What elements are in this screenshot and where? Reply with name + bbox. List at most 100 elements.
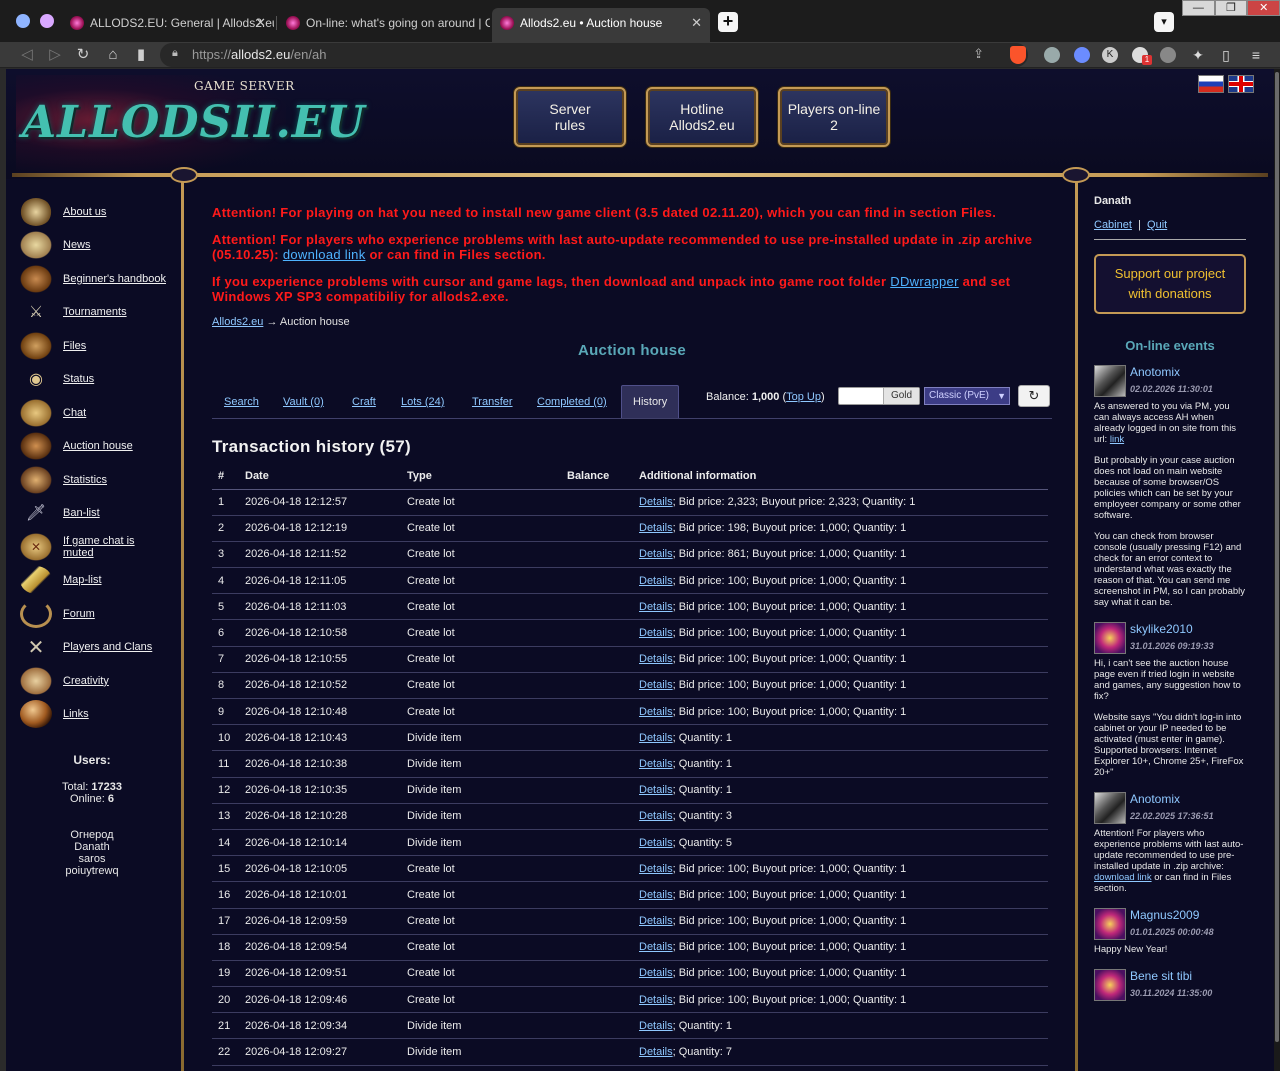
nav-item-ban-list[interactable]: 🗡︎ Ban-list: [20, 497, 180, 531]
extension-k-icon[interactable]: K: [1102, 47, 1118, 63]
extension-badge-icon[interactable]: 1: [1132, 47, 1152, 65]
tab-craft[interactable]: Craft: [352, 396, 376, 418]
event-link[interactable]: link: [1110, 434, 1124, 445]
nav-link[interactable]: Creativity: [63, 675, 109, 687]
nav-item-files[interactable]: Files: [20, 329, 180, 363]
nav-link[interactable]: Auction house: [63, 440, 133, 452]
nav-link[interactable]: Forum: [63, 608, 95, 620]
details-link[interactable]: Details: [639, 863, 673, 875]
tab-search-chevron-icon[interactable]: ▾: [1154, 12, 1174, 32]
nav-item-statistics[interactable]: Statistics: [20, 463, 180, 497]
reload-icon[interactable]: ↻: [72, 44, 94, 66]
details-link[interactable]: Details: [639, 889, 673, 901]
nav-link[interactable]: News: [63, 239, 91, 251]
players-online-button[interactable]: Players on-line 2: [778, 87, 890, 147]
forward-icon[interactable]: ▷: [44, 44, 66, 66]
details-link[interactable]: Details: [639, 810, 673, 822]
nav-item-creativity[interactable]: Creativity: [20, 664, 180, 698]
details-link[interactable]: Details: [639, 732, 673, 744]
top-up-link[interactable]: Top Up: [786, 391, 821, 403]
download-link[interactable]: download link: [283, 247, 366, 262]
details-link[interactable]: Details: [639, 967, 673, 979]
quit-link[interactable]: Quit: [1147, 219, 1167, 231]
nav-link[interactable]: About us: [63, 206, 106, 218]
restore-icon[interactable]: ❐: [1214, 0, 1248, 16]
nav-link[interactable]: Tournaments: [63, 306, 127, 318]
nav-link[interactable]: Chat: [63, 407, 86, 419]
server-mode-select[interactable]: Classic (PvE) ▼: [924, 387, 1010, 405]
site-logo[interactable]: ALLODSII.EU: [22, 97, 366, 148]
event-author[interactable]: Anotomix: [1130, 365, 1213, 379]
nav-item-auction-house[interactable]: Auction house: [20, 430, 180, 464]
ddwrapper-link[interactable]: DDwrapper: [890, 274, 958, 289]
brave-shield-icon[interactable]: [1010, 46, 1026, 64]
nav-item-beginners-handbook[interactable]: Beginner's handbook: [20, 262, 180, 296]
share-icon[interactable]: ⇪: [973, 46, 984, 62]
browser-tab[interactable]: On-line: what's going on around | Стр: [278, 8, 490, 38]
nav-link[interactable]: Status: [63, 373, 94, 385]
nav-item-game-chat-muted[interactable]: ✕ If game chat is muted: [20, 530, 180, 564]
tab-lots[interactable]: Lots (24): [401, 396, 444, 418]
nav-item-news[interactable]: News: [20, 229, 180, 263]
tab-search[interactable]: Search: [224, 396, 259, 418]
details-link[interactable]: Details: [639, 994, 673, 1006]
browser-tab-active[interactable]: Allods2.eu • Auction house ✕: [492, 8, 710, 42]
scrollbar-thumb[interactable]: [1275, 72, 1279, 1042]
details-link[interactable]: Details: [639, 837, 673, 849]
extension-ublock-icon[interactable]: [1160, 47, 1176, 63]
bookmark-icon[interactable]: ▮: [130, 44, 152, 66]
back-icon[interactable]: ◁: [16, 44, 38, 66]
tab-close-icon[interactable]: ✕: [255, 8, 266, 38]
extensions-puzzle-icon[interactable]: ✦: [1190, 47, 1206, 63]
russian-flag-icon[interactable]: [1198, 75, 1224, 93]
extension-search-icon[interactable]: [1074, 47, 1090, 63]
profile-dot-icon[interactable]: [16, 14, 30, 28]
url-text[interactable]: https://allods2.eu/en/ah: [192, 47, 326, 62]
address-bar[interactable]: 🔒︎ https://allods2.eu/en/ah ⇪: [160, 43, 1028, 67]
sidebar-toggle-icon[interactable]: ▯: [1218, 47, 1234, 63]
nav-item-tournaments[interactable]: ⚔ Tournaments: [20, 296, 180, 330]
donate-button[interactable]: Support our project with donations: [1094, 254, 1246, 314]
new-tab-button[interactable]: +: [718, 12, 738, 32]
tab-completed[interactable]: Completed (0): [537, 396, 607, 418]
nav-item-chat[interactable]: Chat: [20, 396, 180, 430]
nav-item-map-list[interactable]: Map-list: [20, 564, 180, 598]
details-link[interactable]: Details: [639, 679, 673, 691]
avatar[interactable]: [1094, 908, 1126, 940]
details-link[interactable]: Details: [639, 915, 673, 927]
minimize-icon[interactable]: —: [1182, 0, 1215, 16]
details-link[interactable]: Details: [639, 522, 673, 534]
hotline-button[interactable]: Hotline Allods2.eu: [646, 87, 758, 147]
nav-link[interactable]: Map-list: [63, 574, 102, 586]
tab-history[interactable]: History: [621, 385, 680, 418]
nav-link[interactable]: If game chat is muted: [63, 535, 153, 559]
tab-close-icon[interactable]: ✕: [691, 8, 702, 38]
details-link[interactable]: Details: [639, 653, 673, 665]
profile-dot-icon[interactable]: [40, 14, 54, 28]
event-link[interactable]: download link: [1094, 872, 1152, 883]
event-author[interactable]: Magnus2009: [1130, 908, 1214, 922]
details-link[interactable]: Details: [639, 1020, 673, 1032]
lock-icon[interactable]: 🔒︎: [172, 47, 178, 60]
avatar[interactable]: [1094, 365, 1126, 397]
gold-amount-input[interactable]: Gold: [838, 387, 920, 405]
event-author[interactable]: Anotomix: [1130, 792, 1214, 806]
details-link[interactable]: Details: [639, 784, 673, 796]
home-icon[interactable]: ⌂: [102, 44, 124, 66]
nav-item-about-us[interactable]: About us: [20, 195, 180, 229]
nav-item-links[interactable]: Links: [20, 698, 180, 732]
details-link[interactable]: Details: [639, 496, 673, 508]
nav-link[interactable]: Statistics: [63, 474, 107, 486]
cabinet-link[interactable]: Cabinet: [1094, 219, 1132, 231]
avatar[interactable]: [1094, 622, 1126, 654]
online-user[interactable]: poiuytrewq: [20, 865, 164, 877]
nav-item-status[interactable]: ◉ Status: [20, 363, 180, 397]
online-user[interactable]: saros: [20, 853, 164, 865]
details-link[interactable]: Details: [639, 1046, 673, 1058]
nav-link[interactable]: Ban-list: [63, 507, 100, 519]
details-link[interactable]: Details: [639, 575, 673, 587]
tab-transfer[interactable]: Transfer: [472, 396, 513, 418]
event-author[interactable]: Bene sit tibi: [1130, 969, 1212, 983]
extension-glasses-icon[interactable]: [1044, 47, 1060, 63]
english-flag-icon[interactable]: [1228, 75, 1254, 93]
